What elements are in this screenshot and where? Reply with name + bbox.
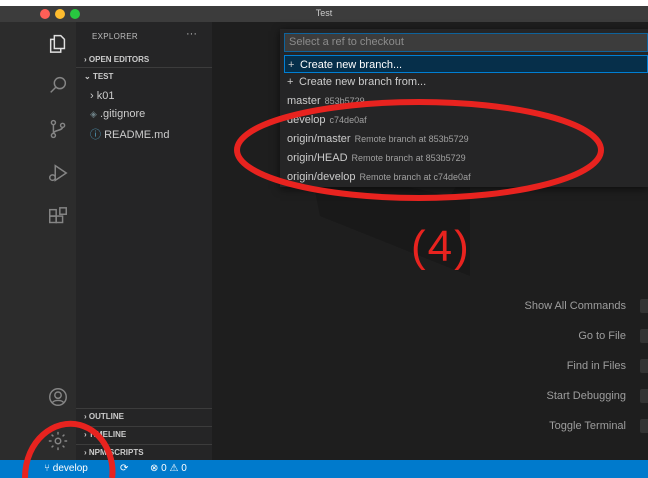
manage-gear-icon[interactable] [47, 430, 69, 452]
source-control-icon[interactable] [47, 118, 69, 140]
shortcut-keycap [640, 299, 648, 313]
timeline-section[interactable]: › TIMELINE [84, 430, 126, 439]
info-file-icon: ⓘ [90, 129, 101, 141]
item-label: Create new branch from... [299, 76, 427, 88]
quick-pick-item-origin-develop[interactable]: origin/develop Remote branch at c74de0af [284, 168, 648, 186]
outline-section[interactable]: › OUTLINE [84, 412, 124, 421]
sync-changes-icon[interactable]: ⟳ [120, 463, 128, 474]
folder-chevron-icon: › [90, 90, 94, 102]
quick-pick-input[interactable]: Select a ref to checkout [284, 33, 648, 52]
chevron-right-icon: › [84, 430, 87, 439]
hint-start-debugging: Start Debugging [546, 390, 627, 402]
tree-item-k01[interactable]: › k01 [90, 90, 114, 102]
quick-pick-item-origin-head[interactable]: origin/HEAD Remote branch at 853b5729 [284, 149, 648, 167]
explorer-header: EXPLORER [92, 32, 138, 41]
status-bar: ⑂ develop ⟳ ⊗ 0 ⚠ 0 [0, 460, 648, 478]
hint-find-in-files: Find in Files [566, 360, 626, 372]
item-description: c74de0af [329, 115, 367, 125]
explorer-sidebar: EXPLORER ··· › OPEN EDITORS ⌄ TEST › k01… [76, 22, 212, 460]
item-description: Remote branch at 853b5729 [354, 134, 469, 144]
timeline-label: TIMELINE [88, 430, 127, 439]
item-label: Create new branch... [300, 59, 403, 71]
tree-item-label: README.md [104, 129, 170, 141]
hint-go-to-file: Go to File [578, 330, 626, 342]
plus-icon: + [288, 59, 295, 71]
plus-icon: + [287, 76, 294, 88]
git-branch-icon: ⑂ [44, 463, 50, 474]
chevron-right-icon: › [84, 55, 87, 64]
run-debug-icon[interactable] [47, 162, 69, 184]
open-editors-label: OPEN EDITORS [88, 55, 150, 64]
vscode-window: Test EXPLORER ··· › OPEN EDITORS ⌄ TEST … [0, 6, 648, 478]
item-label: origin/develop [287, 171, 356, 183]
outline-label: OUTLINE [88, 412, 125, 421]
chevron-right-icon: › [84, 448, 87, 457]
shortcut-keycap [640, 389, 648, 403]
hint-toggle-terminal: Toggle Terminal [549, 420, 626, 432]
section-divider [76, 67, 212, 68]
item-label: origin/HEAD [287, 152, 348, 164]
quick-pick-item-create-branch[interactable]: + Create new branch... [284, 55, 648, 73]
extensions-icon[interactable] [47, 206, 69, 228]
tree-item-label: .gitignore [99, 108, 146, 120]
more-actions-button[interactable]: ··· [186, 28, 197, 40]
accounts-icon[interactable] [47, 386, 69, 408]
gitignore-file-icon: ◈ [90, 109, 97, 119]
quick-pick-item-origin-master[interactable]: origin/master Remote branch at 853b5729 [284, 130, 648, 148]
tree-item-readme[interactable]: ⓘ README.md [90, 126, 169, 142]
branch-name: develop [52, 463, 88, 474]
checkout-quick-pick: Select a ref to checkout + Create new bra… [280, 29, 648, 187]
open-editors-section[interactable]: › OPEN EDITORS [84, 55, 149, 64]
window-title: Test [315, 8, 333, 18]
explorer-files-icon[interactable] [47, 32, 69, 54]
shortcut-keycap [640, 359, 648, 373]
quick-pick-item-master[interactable]: master 853b5729 [284, 92, 648, 110]
activity-bar [0, 22, 80, 460]
shortcut-keycap [640, 419, 648, 433]
item-description: Remote branch at c74de0af [359, 172, 471, 182]
section-divider [76, 444, 212, 445]
title-bar: Test [0, 6, 648, 22]
quick-pick-item-create-branch-from[interactable]: + Create new branch from... [284, 73, 648, 91]
chevron-right-icon: › [84, 412, 87, 421]
item-label: origin/master [287, 133, 351, 145]
chevron-down-icon: ⌄ [84, 72, 91, 81]
quick-pick-item-develop[interactable]: develop c74de0af [284, 111, 648, 129]
branch-status-item[interactable]: ⑂ develop [44, 463, 88, 474]
item-label: master [287, 95, 321, 107]
section-divider [76, 408, 212, 409]
search-icon[interactable] [47, 74, 69, 96]
shortcut-keycap [640, 329, 648, 343]
hint-show-all-commands: Show All Commands [524, 300, 627, 312]
npm-scripts-section[interactable]: › NPM SCRIPTS [84, 448, 144, 457]
project-folder-section[interactable]: ⌄ TEST [84, 72, 113, 81]
section-divider [76, 426, 212, 427]
item-description: Remote branch at 853b5729 [351, 153, 466, 163]
tree-item-label: k01 [96, 90, 115, 102]
npm-scripts-label: NPM SCRIPTS [88, 448, 144, 457]
item-description: 853b5729 [324, 96, 365, 106]
problems-status-item[interactable]: ⊗ 0 ⚠ 0 [150, 463, 187, 474]
project-folder-label: TEST [92, 72, 114, 81]
item-label: develop [287, 114, 326, 126]
tree-item-gitignore[interactable]: ◈ .gitignore [90, 108, 145, 120]
